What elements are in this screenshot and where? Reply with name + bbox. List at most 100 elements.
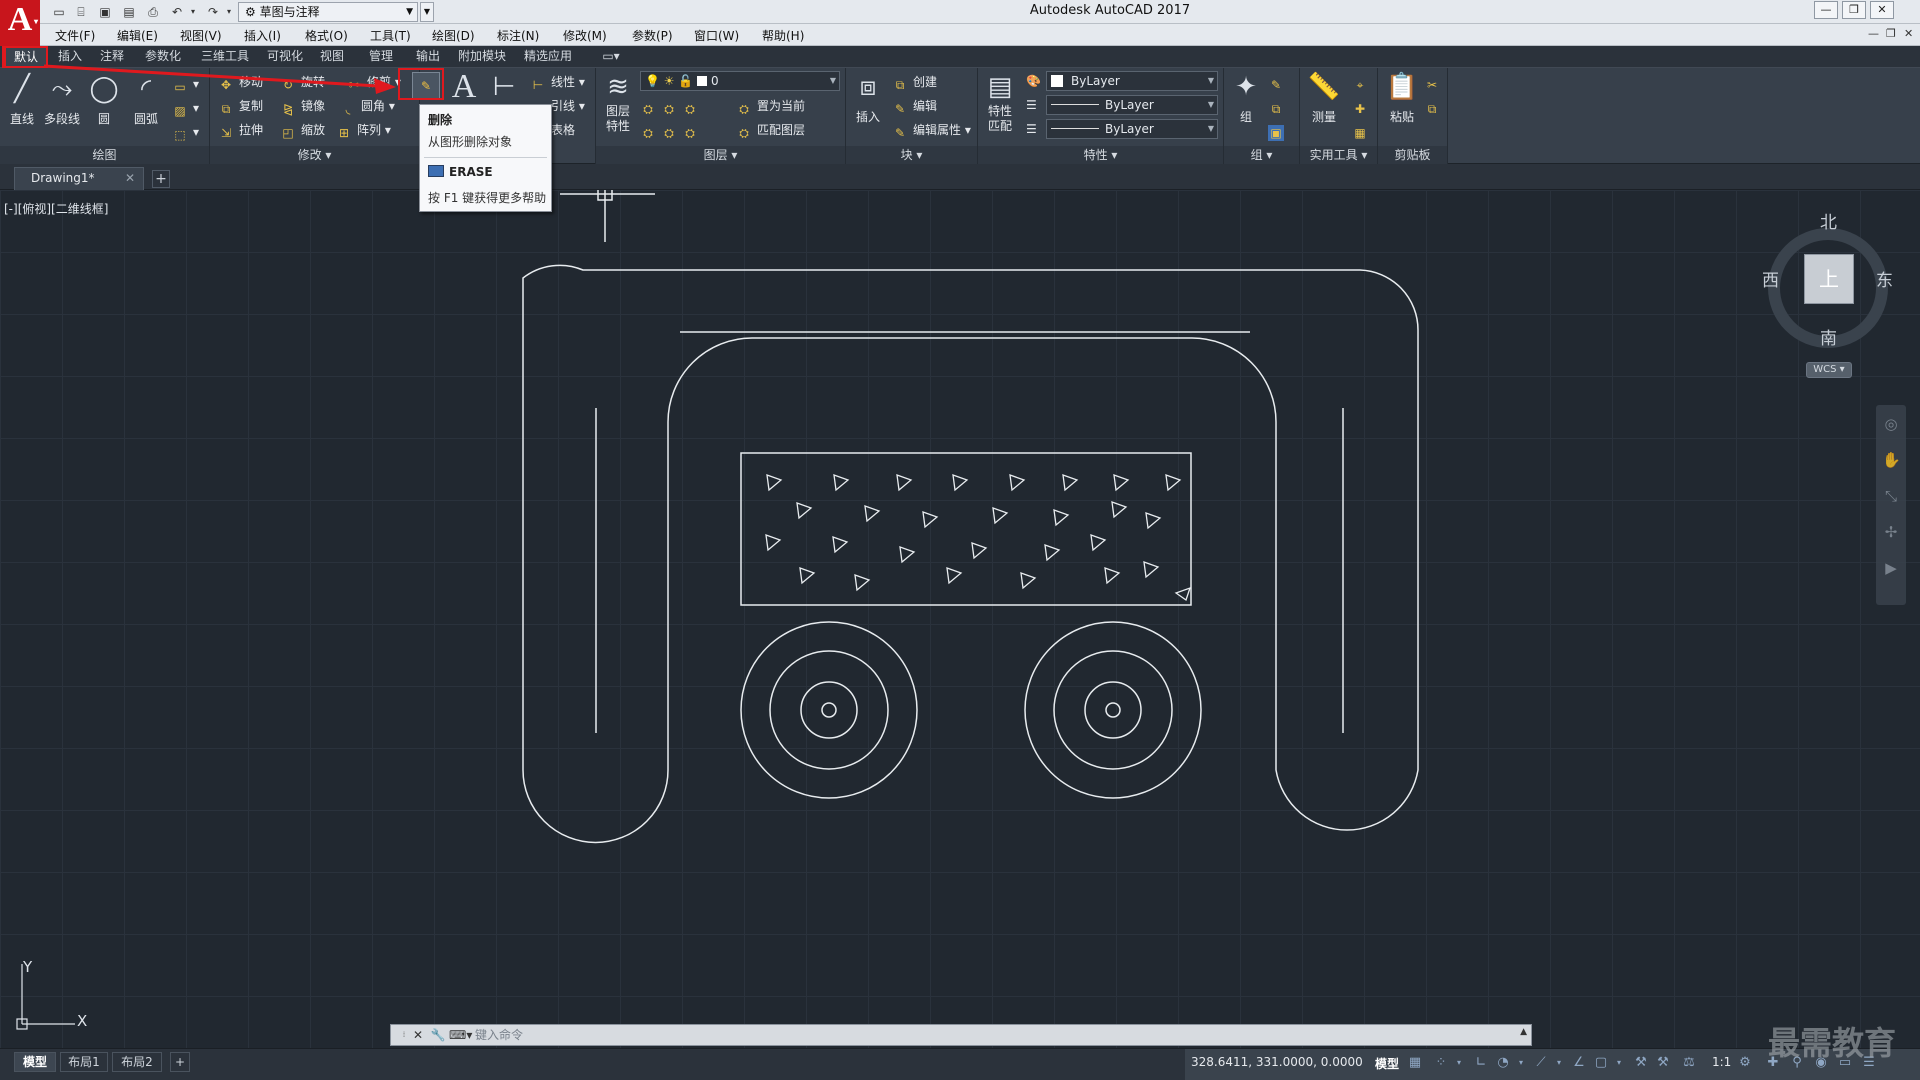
calculator-tool[interactable]: ▦ [1352, 120, 1373, 140]
annotation-visibility-icon[interactable]: ⚒ [1633, 1055, 1649, 1071]
group-tool[interactable]: ✦ 组 [1226, 70, 1266, 125]
measure-tool[interactable]: 📏 测量 [1304, 70, 1344, 125]
modify-panel-title[interactable]: 修改 ▾ [210, 146, 419, 164]
compass-east[interactable]: 东 [1876, 266, 1893, 291]
isodraft-icon[interactable]: ⟋ [1533, 1055, 1549, 1071]
coordinate-readout[interactable]: 328.6411, 331.0000, 0.0000 [1191, 1055, 1363, 1069]
snap-dropdown-icon[interactable]: ▾ [1451, 1055, 1467, 1071]
wrench-icon[interactable]: 🔧 [429, 1027, 447, 1043]
dimension-tool[interactable]: ⊢ [484, 70, 524, 108]
isodraft-dropdown-icon[interactable]: ▾ [1551, 1055, 1567, 1071]
viewcube-top-face[interactable]: 上 [1804, 254, 1854, 304]
layer-tools-row1[interactable]: ⛭ ⛭ ⛭ [640, 96, 703, 116]
quick-select-tool[interactable]: ⌖ [1352, 72, 1373, 92]
polar-icon[interactable]: ◔ [1495, 1055, 1511, 1071]
command-history-icon[interactable]: ⌨▾ [449, 1027, 472, 1043]
tab-model[interactable]: 模型 [14, 1052, 56, 1072]
text-tool[interactable]: A [444, 70, 484, 108]
annotation-scale[interactable]: 1:1 [1712, 1055, 1731, 1069]
object-track-icon[interactable]: ∠ [1571, 1055, 1587, 1071]
osnap-dropdown-icon[interactable]: ▾ [1611, 1055, 1627, 1071]
ungroup-tool[interactable]: ⧉ [1268, 96, 1289, 116]
steering-wheel-icon[interactable]: ◎ [1882, 415, 1900, 433]
layer-select[interactable]: 💡 ☀ 🔓 0 ▼ [640, 71, 840, 91]
layer-tools-row2[interactable]: ⛭ ⛭ ⛭ [640, 120, 703, 140]
close-icon[interactable]: ✕ [125, 168, 135, 189]
auto-scale-icon[interactable]: ⚒ [1655, 1055, 1671, 1071]
lineweight-select[interactable]: ByLayer ▼ [1046, 119, 1218, 139]
menu-window[interactable]: 窗口(W) [694, 27, 739, 44]
annotation-scale-icon[interactable]: ⚖ [1681, 1055, 1697, 1071]
customize-quick-access-button[interactable]: ▼ [420, 2, 434, 22]
linear-dim-tool[interactable]: ⊢ 线性 ▾ [530, 72, 585, 92]
restore-button[interactable]: ❐ [1842, 1, 1866, 19]
close-button[interactable]: ✕ [1870, 1, 1894, 19]
polar-dropdown-icon[interactable]: ▾ [1513, 1055, 1529, 1071]
set-current-tool[interactable]: ⛭ 置为当前 [736, 96, 805, 116]
menu-draw[interactable]: 绘图(D) [432, 27, 475, 44]
group-select-tool[interactable]: ▣ [1268, 120, 1289, 141]
point-tool[interactable]: ✚ [1352, 96, 1373, 116]
scale-tool[interactable]: ◰ 缩放 [280, 120, 325, 140]
minimize-button[interactable]: — [1814, 1, 1838, 19]
drawing-canvas[interactable]: [-][俯视][二维线框] Y X 上 北 南 东 西 WCS ▾ ◎ ✋ ⤡ … [0, 190, 1920, 1048]
ribbon-options-icon[interactable]: ▭▾ [596, 46, 626, 68]
orbit-icon[interactable]: ✢ [1882, 523, 1900, 541]
doc-restore-button[interactable]: ❐ [1886, 27, 1896, 40]
create-block-tool[interactable]: ⧉ 创建 [892, 72, 937, 92]
edit-attributes-tool[interactable]: ✎ 编辑属性 ▾ [892, 120, 971, 140]
layers-panel-title[interactable]: 图层 ▾ [596, 146, 845, 164]
match-properties-tool[interactable]: ▤ 特性 匹配 [980, 70, 1020, 134]
array-tool[interactable]: ⊞ 阵列 ▾ [336, 120, 391, 140]
hatch-tool[interactable]: ▨ ▾ [172, 98, 199, 118]
close-icon[interactable]: ✕ [409, 1027, 427, 1043]
zoom-icon[interactable]: ⤡ [1882, 487, 1900, 505]
command-input[interactable] [475, 1027, 1505, 1043]
tab-layout1[interactable]: 布局1 [60, 1052, 108, 1072]
add-layout-button[interactable]: + [170, 1052, 190, 1072]
menu-parametric[interactable]: 参数(P) [632, 27, 673, 44]
utilities-panel-title[interactable]: 实用工具 ▾ [1300, 146, 1377, 164]
osnap-icon[interactable]: ▢ [1593, 1055, 1609, 1071]
draw-panel-title[interactable]: 绘图 [0, 146, 209, 164]
tab-drawing1[interactable]: Drawing1* ✕ [14, 167, 144, 190]
block-panel-title[interactable]: 块 ▾ [846, 146, 977, 164]
group-edit-tool[interactable]: ✎ [1268, 72, 1289, 92]
cut-tool[interactable]: ✂ [1424, 72, 1445, 92]
doc-minimize-button[interactable]: — [1868, 27, 1879, 40]
new-tab-button[interactable]: + [152, 170, 170, 188]
edit-block-tool[interactable]: ✎ 编辑 [892, 96, 937, 116]
groups-panel-title[interactable]: 组 ▾ [1224, 146, 1299, 164]
workspace-gear-icon[interactable]: ⚙ [1737, 1055, 1753, 1071]
menu-modify[interactable]: 修改(M) [563, 27, 607, 44]
model-space-toggle[interactable]: 模型 [1375, 1055, 1399, 1072]
match-layer-tool[interactable]: ⛭ 匹配图层 [736, 120, 805, 140]
layer-freeze-icon: ⛭ [685, 102, 695, 116]
linetype-select[interactable]: ByLayer ▼ [1046, 95, 1218, 115]
wcs-menu[interactable]: WCS ▾ [1806, 362, 1852, 378]
menu-dimension[interactable]: 标注(N) [497, 27, 539, 44]
layer-properties-tool[interactable]: ≋ 图层 特性 [598, 70, 638, 134]
boundary-tool[interactable]: ⬚ ▾ [172, 122, 199, 142]
tab-addins[interactable]: 附加模块 [452, 46, 512, 68]
menu-help[interactable]: 帮助(H) [762, 27, 804, 44]
compass-south[interactable]: 南 [1820, 324, 1837, 349]
showmotion-icon[interactable]: ▶ [1882, 559, 1900, 577]
pan-icon[interactable]: ✋ [1882, 451, 1901, 469]
color-select[interactable]: ByLayer ▼ [1046, 71, 1218, 91]
insert-block-tool[interactable]: ⧈ 插入 [848, 70, 888, 125]
properties-panel-title[interactable]: 特性 ▾ [978, 146, 1223, 164]
tab-featured-apps[interactable]: 精选应用 [518, 46, 578, 68]
chevron-up-icon[interactable]: ▲ [1520, 1027, 1527, 1037]
paste-tool[interactable]: 📋 粘贴 [1382, 70, 1422, 125]
grid-icon[interactable]: ▦ [1407, 1055, 1423, 1071]
compass-west[interactable]: 西 [1762, 266, 1779, 291]
doc-close-button[interactable]: ✕ [1904, 27, 1913, 40]
clipboard-panel-title[interactable]: 剪贴板 [1378, 146, 1447, 164]
ortho-icon[interactable]: ∟ [1473, 1055, 1489, 1071]
tab-layout2[interactable]: 布局2 [112, 1052, 162, 1072]
snap-icon[interactable]: ⁘ [1433, 1055, 1449, 1071]
stretch-tool[interactable]: ⇲ 拉伸 [218, 120, 263, 140]
copy-clip-tool[interactable]: ⧉ [1424, 96, 1445, 116]
compass-north[interactable]: 北 [1820, 208, 1837, 233]
